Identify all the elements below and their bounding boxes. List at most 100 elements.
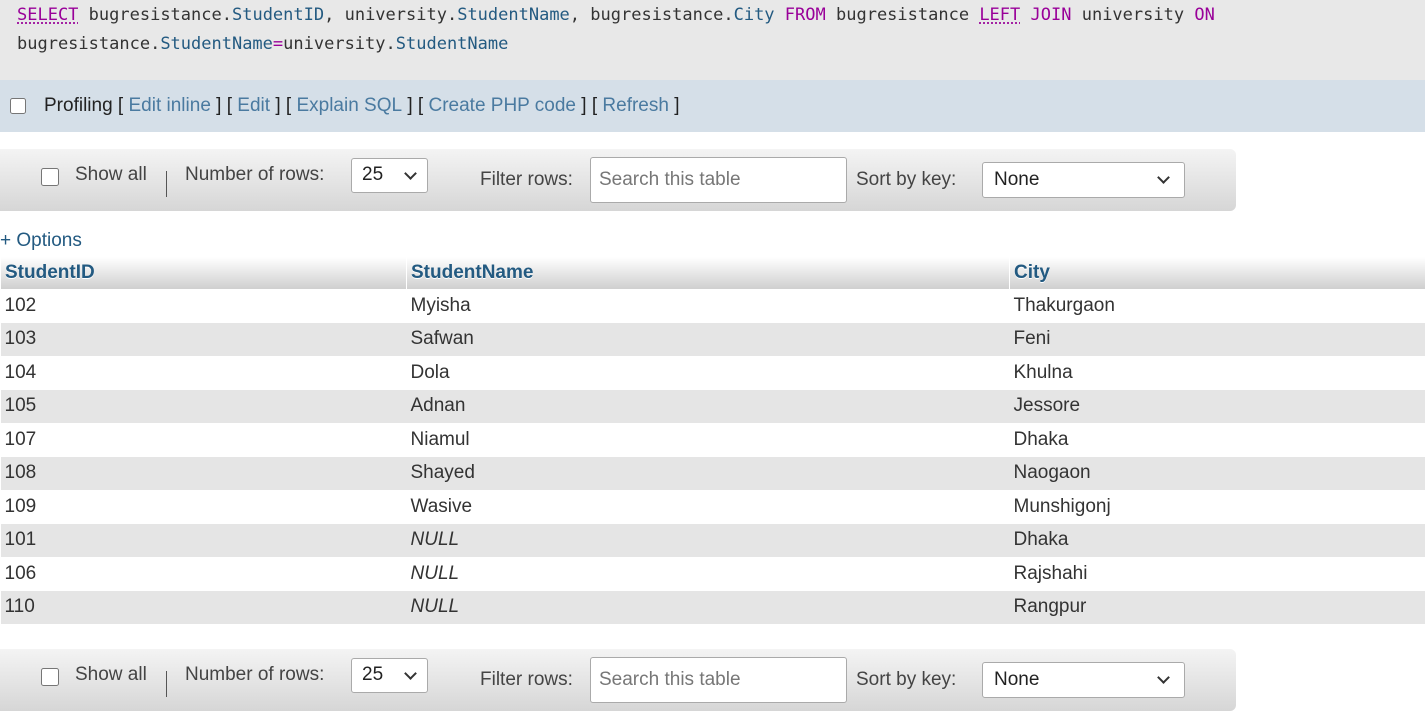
- sql-keyword: SELECT: [17, 5, 79, 25]
- chevron-down-icon: [1157, 171, 1170, 184]
- table-row: 108 Shayed Naogaon: [0, 456, 1425, 490]
- cell-city: Jessore: [1009, 389, 1425, 423]
- chevron-down-icon: [404, 667, 417, 680]
- cell-studentid: 110: [0, 590, 407, 624]
- column-header-studentid[interactable]: StudentID: [0, 257, 407, 289]
- table-navigation-top: Show all Number of rows: 25 Filter rows:…: [0, 149, 1236, 211]
- cell-city: Khulna: [1009, 356, 1425, 390]
- sql-column: StudentName: [395, 34, 509, 54]
- table-row: 105 Adnan Jessore: [0, 389, 1425, 423]
- sort-by-key-label: Sort by key:: [856, 169, 957, 190]
- table-row: 107 Niamul Dhaka: [0, 423, 1425, 457]
- sql-table: bugresistance: [836, 5, 970, 25]
- sql-column: StudentName: [457, 5, 570, 25]
- filter-rows-label: Filter rows:: [480, 669, 573, 690]
- cell-studentname: NULL: [406, 523, 1010, 557]
- refresh-link[interactable]: Refresh: [602, 95, 669, 117]
- sql-keyword: JOIN: [1030, 5, 1072, 25]
- cell-studentid: 102: [0, 289, 407, 323]
- number-of-rows-label: Number of rows:: [185, 164, 325, 185]
- sql-line-2: bugresistance.StudentName=university.Stu…: [17, 34, 509, 54]
- cell-studentid: 105: [0, 389, 407, 423]
- cell-city: Naogaon: [1009, 456, 1425, 490]
- column-header-city[interactable]: City: [1009, 257, 1425, 289]
- sort-by-key-value: None: [994, 169, 1040, 190]
- filter-rows-input[interactable]: Search this table: [590, 657, 847, 703]
- cell-city: Rajshahi: [1009, 557, 1425, 591]
- cell-city: Feni: [1009, 322, 1425, 356]
- cell-studentname: Safwan: [406, 322, 1010, 356]
- explain-sql-link[interactable]: Explain SQL: [296, 95, 402, 117]
- table-row: 109 Wasive Munshigonj: [0, 490, 1425, 524]
- sort-by-key-select[interactable]: None: [982, 162, 1185, 198]
- profiling-checkbox[interactable]: [10, 98, 26, 114]
- number-of-rows-label: Number of rows:: [185, 664, 325, 685]
- sort-by-key-value: None: [994, 669, 1040, 690]
- cell-city: Dhaka: [1009, 423, 1425, 457]
- sql-table: bugresistance: [590, 5, 724, 25]
- sort-by-key-label: Sort by key:: [856, 669, 957, 690]
- cell-studentid: 104: [0, 356, 407, 390]
- profiling-bar: Profiling [ Edit inline ] [ Edit ] [ Exp…: [0, 80, 1425, 132]
- edit-link[interactable]: Edit: [237, 95, 270, 117]
- show-all-checkbox[interactable]: [41, 168, 59, 186]
- sql-query-box: SELECT bugresistance.StudentID, universi…: [0, 0, 1425, 80]
- sql-table: bugresistance: [88, 5, 222, 25]
- cell-studentname: Wasive: [406, 490, 1010, 524]
- sql-table: university: [344, 5, 447, 25]
- cell-city: Munshigonj: [1009, 490, 1425, 524]
- cell-studentname: Shayed: [406, 456, 1010, 490]
- cell-studentid: 108: [0, 456, 407, 490]
- sort-by-key-select[interactable]: None: [982, 662, 1185, 698]
- cell-studentid: 101: [0, 523, 407, 557]
- cell-studentid: 109: [0, 490, 407, 524]
- table-row: 110 NULL Rangpur: [0, 590, 1425, 624]
- table-navigation-bottom: Show all Number of rows: 25 Filter rows:…: [0, 649, 1236, 711]
- profiling-label: Profiling: [44, 95, 113, 116]
- cell-city: Dhaka: [1009, 523, 1425, 557]
- table-row: 104 Dola Khulna: [0, 356, 1425, 390]
- sql-table: university: [1081, 5, 1185, 25]
- sql-column: StudentName: [160, 34, 273, 54]
- table-row: 106 NULL Rajshahi: [0, 557, 1425, 591]
- sql-operator: =: [272, 34, 284, 54]
- table-row: 103 Safwan Feni: [0, 322, 1425, 356]
- divider: [166, 671, 167, 697]
- cell-studentid: 107: [0, 423, 407, 457]
- cell-city: Thakurgaon: [1009, 289, 1425, 323]
- cell-studentname: NULL: [406, 557, 1010, 591]
- filter-rows-label: Filter rows:: [480, 169, 573, 190]
- number-of-rows-value: 25: [362, 164, 384, 185]
- sql-column: City: [733, 5, 775, 25]
- sql-table: university: [283, 34, 386, 54]
- cell-studentid: 106: [0, 557, 407, 591]
- create-php-code-link[interactable]: Create PHP code: [428, 95, 576, 117]
- chevron-down-icon: [404, 167, 417, 180]
- table-row: 101 NULL Dhaka: [0, 523, 1425, 557]
- edit-inline-link[interactable]: Edit inline: [129, 95, 211, 117]
- number-of-rows-select[interactable]: 25: [351, 658, 428, 693]
- cell-studentname: NULL: [406, 590, 1010, 624]
- divider: [166, 171, 167, 197]
- options-toggle-link[interactable]: + Options: [0, 230, 82, 252]
- table-row: 102 Myisha Thakurgaon: [0, 289, 1425, 323]
- chevron-down-icon: [1157, 671, 1170, 684]
- show-all-label[interactable]: Show all: [75, 164, 147, 186]
- show-all-checkbox[interactable]: [41, 668, 59, 686]
- column-header-studentname[interactable]: StudentName: [406, 257, 1010, 289]
- cell-studentname: Adnan: [406, 389, 1010, 423]
- sql-keyword: FROM: [784, 5, 826, 25]
- cell-studentname: Myisha: [406, 289, 1010, 323]
- cell-city: Rangpur: [1009, 590, 1425, 624]
- show-all-label[interactable]: Show all: [75, 664, 147, 686]
- cell-studentname: Dola: [406, 356, 1010, 390]
- sql-column: StudentID: [231, 5, 325, 25]
- table-header-row: StudentID StudentName City: [0, 257, 1425, 289]
- cell-studentname: Niamul: [406, 423, 1010, 457]
- sql-keyword: LEFT: [979, 5, 1021, 25]
- sql-table: bugresistance: [17, 34, 151, 54]
- filter-rows-input[interactable]: Search this table: [590, 157, 847, 203]
- number-of-rows-select[interactable]: 25: [351, 158, 428, 193]
- sql-line-1: SELECT bugresistance.StudentID, universi…: [17, 5, 1215, 25]
- number-of-rows-value: 25: [362, 664, 384, 685]
